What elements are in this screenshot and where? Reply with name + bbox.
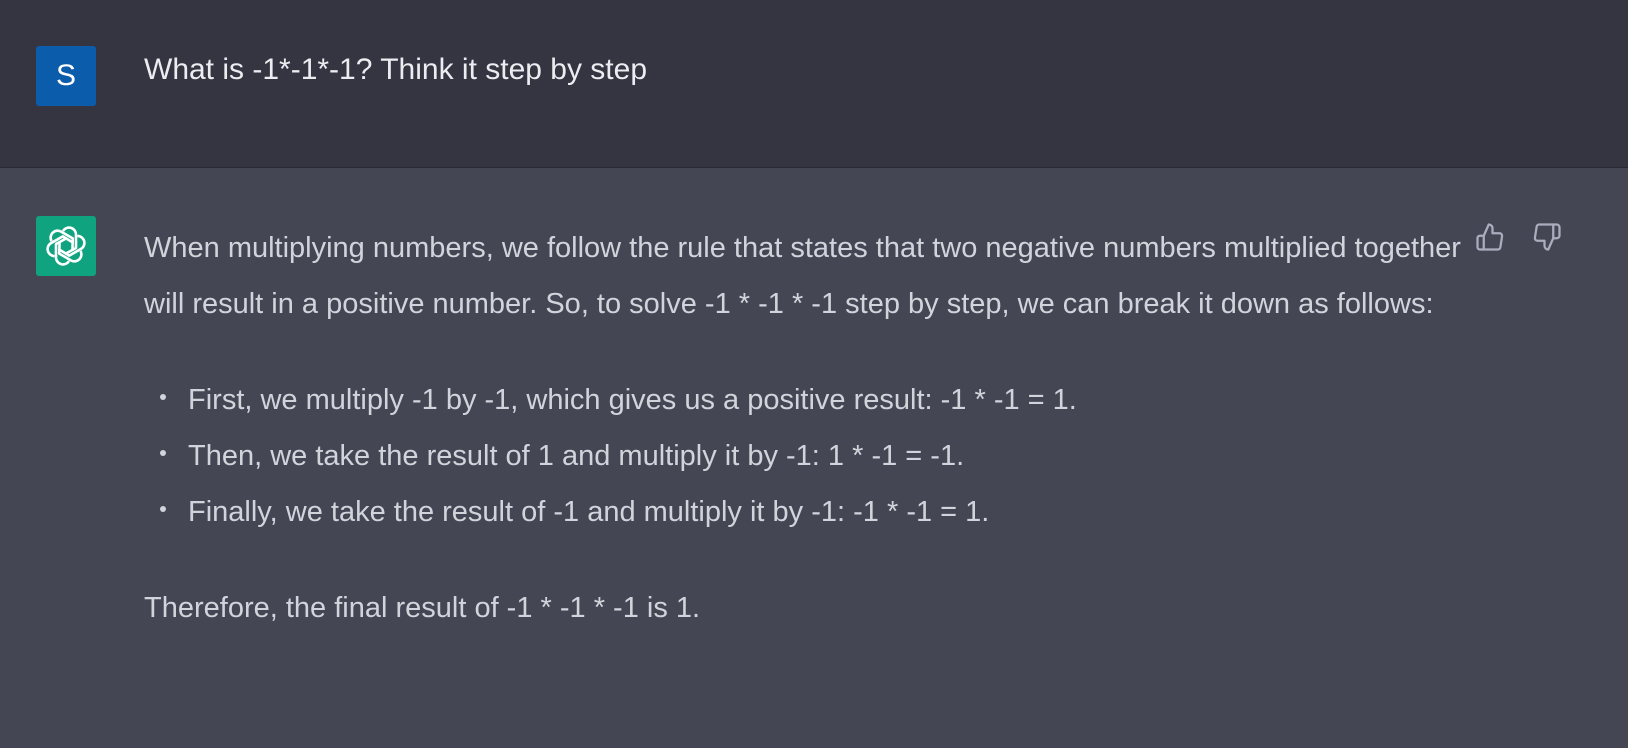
bullet <box>160 394 166 400</box>
list-item: Then, we take the result of 1 and multip… <box>160 428 1474 484</box>
step-text: Then, we take the result of 1 and multip… <box>188 440 965 472</box>
answer-steps-list: First, we multiply -1 by -1, which gives… <box>144 372 1474 540</box>
thumbs-up-button[interactable] <box>1473 220 1507 254</box>
answer-intro: When multiplying numbers, we follow the … <box>144 232 1461 320</box>
assistant-message-row: When multiplying numbers, we follow the … <box>0 168 1628 748</box>
answer-conclusion: Therefore, the final result of -1 * -1 *… <box>144 592 701 624</box>
user-message-row: S What is -1*-1*-1? Think it step by ste… <box>0 0 1628 168</box>
bullet <box>160 450 166 456</box>
chat-conversation: S What is -1*-1*-1? Think it step by ste… <box>0 0 1628 748</box>
assistant-avatar <box>36 216 96 276</box>
list-item: Finally, we take the result of -1 and mu… <box>160 484 1474 540</box>
step-text: First, we multiply -1 by -1, which gives… <box>188 384 1077 416</box>
user-avatar-letter: S <box>55 59 76 92</box>
thumbs-down-icon <box>1533 223 1561 251</box>
user-message-text[interactable]: What is -1*-1*-1? Think it step by step <box>144 50 647 90</box>
thumbs-down-button[interactable] <box>1530 220 1564 254</box>
thumbs-up-icon <box>1476 223 1504 251</box>
step-text: Finally, we take the result of -1 and mu… <box>188 496 990 528</box>
openai-logo-icon <box>46 226 86 266</box>
assistant-message-body[interactable]: When multiplying numbers, we follow the … <box>144 220 1474 636</box>
user-avatar: S <box>36 46 96 106</box>
bullet <box>160 506 166 512</box>
list-item: First, we multiply -1 by -1, which gives… <box>160 372 1474 428</box>
